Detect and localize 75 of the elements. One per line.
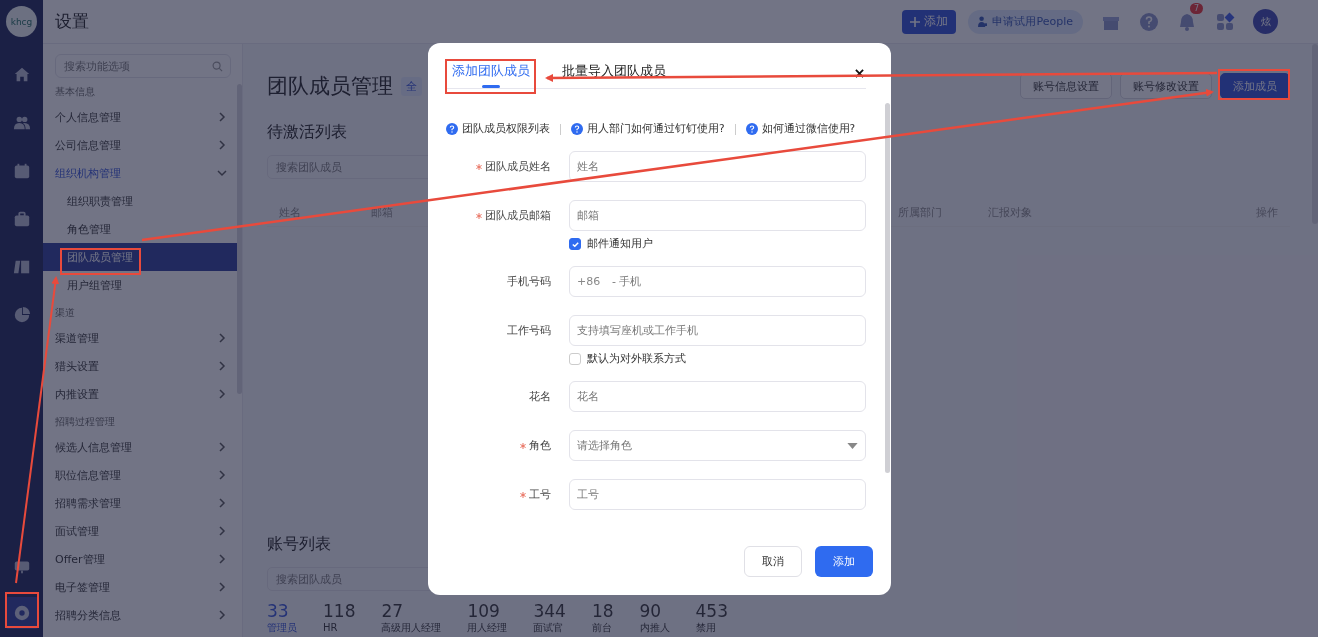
person-icon xyxy=(978,16,988,27)
scope-tag: 全 xyxy=(401,76,422,96)
help-icon xyxy=(571,123,583,135)
role-count-tab[interactable]: 33 管理员 xyxy=(267,601,297,635)
dialog-tab[interactable]: 批量导入团队成员 xyxy=(556,63,672,88)
add-member-button[interactable]: 添加成员 xyxy=(1220,73,1290,99)
input-field[interactable]: 支持填写座机或工作手机 xyxy=(569,315,866,346)
role-count-tab[interactable]: 109 用人经理 xyxy=(467,601,508,635)
apps-icon[interactable] xyxy=(1215,11,1235,32)
dialog-tab[interactable]: 添加团队成员 xyxy=(446,63,536,88)
help-link[interactable]: 如何通过微信使用? xyxy=(761,122,856,136)
section-title: 账号列表 xyxy=(267,534,331,555)
sidebar-item[interactable]: 招聘分类信息 xyxy=(55,601,241,629)
sidebar-item[interactable]: 公司信息管理 xyxy=(55,131,241,159)
field-label: 花名 xyxy=(529,389,551,404)
field-label: 工作号码 xyxy=(507,323,551,338)
input-field[interactable]: 工号 xyxy=(569,479,866,510)
input-field[interactable]: 邮箱 xyxy=(569,200,866,231)
logo[interactable]: khcg xyxy=(6,6,37,37)
checkbox[interactable] xyxy=(569,353,581,365)
submit-button[interactable]: 添加 xyxy=(815,546,873,577)
checkbox-label: 默认为对外联系方式 xyxy=(587,352,686,366)
annotation-box xyxy=(5,592,39,628)
field-label: 团队成员姓名 xyxy=(485,159,551,174)
user-avatar[interactable]: 炫 xyxy=(1253,9,1278,34)
sidebar-item[interactable]: 职位信息管理 xyxy=(55,461,241,489)
field-label: 手机号码 xyxy=(507,274,551,289)
sidebar-item[interactable]: 渠道管理 xyxy=(55,324,241,352)
sidebar-subitem[interactable]: 组织职责管理 xyxy=(43,187,238,215)
cancel-button[interactable]: 取消 xyxy=(744,546,802,577)
role-count-tab[interactable]: 453 禁用 xyxy=(695,601,728,635)
role-select[interactable]: 请选择角色 xyxy=(569,430,866,461)
close-icon[interactable] xyxy=(855,69,864,78)
role-count-tab[interactable]: 18 前台 xyxy=(591,601,614,635)
bell-icon[interactable] xyxy=(1177,11,1197,32)
checkbox[interactable] xyxy=(569,238,581,250)
caret-icon xyxy=(847,443,858,449)
section-title: 团队成员管理 xyxy=(267,73,393,100)
sidebar-item[interactable]: 候选人信息管理 xyxy=(55,433,241,461)
field-label: 团队成员邮箱 xyxy=(485,208,551,223)
sidebar-item[interactable]: Offer管理 xyxy=(55,545,241,573)
help-icon xyxy=(446,123,458,135)
help-link[interactable]: 团队成员权限列表 xyxy=(462,122,550,136)
input-field[interactable]: 花名 xyxy=(569,381,866,412)
field-label: 工号 xyxy=(529,487,551,502)
sidebar-item[interactable]: 组织机构管理 xyxy=(55,159,241,187)
sidebar-item[interactable]: 个人信息管理 xyxy=(55,103,241,131)
role-count-tab[interactable]: 118 HR xyxy=(323,601,356,635)
sidebar-item[interactable]: 电子签管理 xyxy=(55,573,241,601)
help-icon xyxy=(745,123,758,135)
role-count-tab[interactable]: 344 面试官 xyxy=(533,601,566,635)
sidebar-subitem[interactable]: 用户组管理 xyxy=(43,271,238,299)
sidebar-subitem[interactable]: 团队成员管理 xyxy=(43,243,238,271)
search-icon xyxy=(212,61,223,72)
input-field[interactable]: 姓名 xyxy=(569,151,866,182)
add-button[interactable]: 添加 xyxy=(902,9,957,34)
role-count-tab[interactable]: 27 高级用人经理 xyxy=(381,601,442,635)
role-count-tab[interactable]: 90 内推人 xyxy=(639,601,670,635)
country-code[interactable]: +86 xyxy=(577,275,601,288)
help-link[interactable]: 用人部门如何通过钉钉使用? xyxy=(587,122,725,136)
sidebar-subitem[interactable]: 角色管理 xyxy=(43,215,238,243)
annotation-box xyxy=(1218,69,1290,100)
help-icon[interactable] xyxy=(1139,11,1159,32)
checkbox-label: 邮件通知用户 xyxy=(587,237,653,251)
notification-badge: 7 xyxy=(1189,2,1203,14)
plus-icon xyxy=(910,16,921,27)
section-title: 待激活列表 xyxy=(267,122,347,143)
field-label: 角色 xyxy=(529,438,551,453)
page-title: 设置 xyxy=(55,10,89,33)
scrollbar[interactable] xyxy=(885,103,890,473)
sidebar-item[interactable]: 内推设置 xyxy=(55,380,241,408)
sidebar-item[interactable]: 招聘需求管理 xyxy=(55,489,241,517)
sidebar-item[interactable]: 面试管理 xyxy=(55,517,241,545)
settings-button[interactable]: 账号信息设置 xyxy=(1020,73,1112,99)
sidebar-item[interactable]: 猎头设置 xyxy=(55,352,241,380)
